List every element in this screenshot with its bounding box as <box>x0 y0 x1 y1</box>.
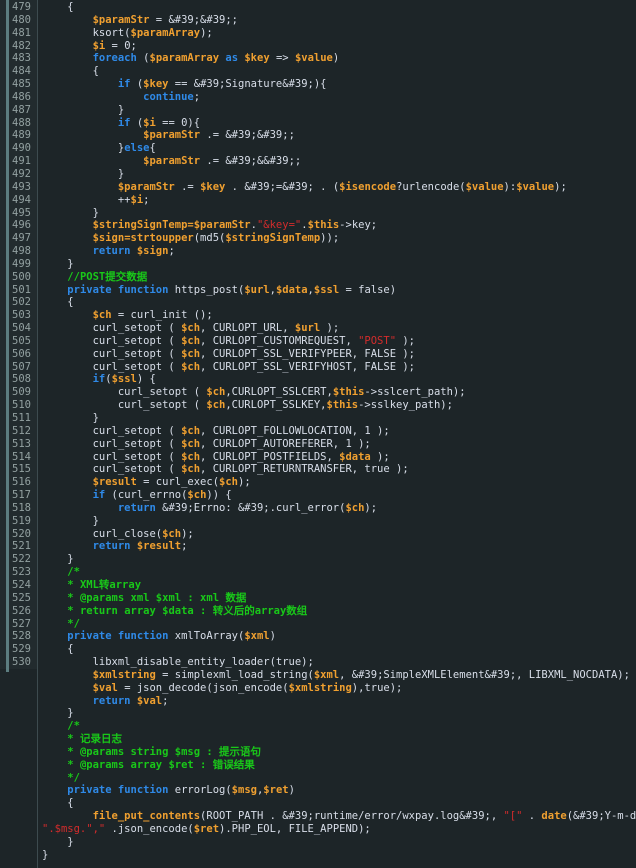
code-line[interactable]: } <box>42 849 636 862</box>
code-line[interactable]: { <box>42 1 636 14</box>
left-accent-bar <box>6 0 9 672</box>
code-line[interactable]: foreach ($paramArray as $key => $value) <box>42 52 636 65</box>
code-line[interactable]: $i = 0; <box>42 40 636 53</box>
code-line[interactable]: $paramStr .= $key . &#39;=&#39; . ($isen… <box>42 181 636 194</box>
code-line[interactable]: ".$msg."," .json_encode($ret).PHP_EOL, F… <box>42 823 636 836</box>
code-line[interactable]: } <box>42 168 636 181</box>
code-line[interactable]: return $val; <box>42 695 636 708</box>
code-line[interactable]: $xmlstring = simplexml_load_string($xml,… <box>42 669 636 682</box>
code-line[interactable]: curl_setopt ( $ch,CURLOPT_SSLCERT,$this-… <box>42 386 636 399</box>
code-line[interactable]: file_put_contents(ROOT_PATH . &#39;runti… <box>42 810 636 823</box>
code-line[interactable]: private function https_post($url,$data,$… <box>42 284 636 297</box>
code-line[interactable]: $paramStr .= &#39;&#39;; <box>42 129 636 142</box>
code-line[interactable]: curl_setopt ( $ch,CURLOPT_SSLKEY,$this->… <box>42 399 636 412</box>
code-line[interactable]: { <box>42 296 636 309</box>
code-line[interactable]: if($ssl) { <box>42 373 636 386</box>
code-line[interactable]: { <box>42 643 636 656</box>
code-line[interactable]: $ch = curl_init (); <box>42 309 636 322</box>
code-line[interactable]: { <box>42 797 636 810</box>
code-line[interactable]: } <box>42 553 636 566</box>
code-line[interactable]: if ($key == &#39;Signature&#39;){ <box>42 78 636 91</box>
code-line[interactable]: */ <box>42 618 636 631</box>
code-line[interactable]: { <box>42 65 636 78</box>
code-line[interactable]: return $result; <box>42 540 636 553</box>
code-line[interactable]: curl_setopt ( $ch, CURLOPT_RETURNTRANSFE… <box>42 463 636 476</box>
code-line[interactable]: * return array $data : 转义后的array数组 <box>42 605 636 618</box>
code-line[interactable]: * @params string $msg : 提示语句 <box>42 746 636 759</box>
code-line[interactable]: } <box>42 258 636 271</box>
code-line[interactable]: ksort($paramArray); <box>42 27 636 40</box>
code-line[interactable]: */ <box>42 772 636 785</box>
code-line[interactable]: /* <box>42 566 636 579</box>
code-line[interactable]: //POST提交数据 <box>42 271 636 284</box>
code-line[interactable]: curl_setopt ( $ch, CURLOPT_URL, $url ); <box>42 322 636 335</box>
code-line[interactable]: $result = curl_exec($ch); <box>42 476 636 489</box>
code-line[interactable]: curl_setopt ( $ch, CURLOPT_SSL_VERIFYPEE… <box>42 348 636 361</box>
code-line[interactable]: if (curl_errno($ch)) { <box>42 489 636 502</box>
code-content[interactable]: { $paramStr = &#39;&#39;; ksort($paramAr… <box>38 0 636 862</box>
code-line[interactable]: continue; <box>42 91 636 104</box>
code-line[interactable]: } <box>42 104 636 117</box>
code-line[interactable]: curl_setopt ( $ch, CURLOPT_CUSTOMREQUEST… <box>42 335 636 348</box>
code-line-list: { $paramStr = &#39;&#39;; ksort($paramAr… <box>42 1 636 862</box>
code-line[interactable]: $stringSignTemp=$paramStr."&key=".$this-… <box>42 219 636 232</box>
code-line[interactable]: } <box>42 836 636 849</box>
code-line[interactable]: return &#39;Errno: &#39;.curl_error($ch)… <box>42 502 636 515</box>
code-line[interactable]: curl_setopt ( $ch, CURLOPT_AUTOREFERER, … <box>42 438 636 451</box>
code-line[interactable]: ++$i; <box>42 194 636 207</box>
code-line[interactable]: /* <box>42 720 636 733</box>
code-line[interactable]: curl_setopt ( $ch, CURLOPT_POSTFIELDS, $… <box>42 451 636 464</box>
gutter-divider <box>37 0 38 868</box>
code-line[interactable]: * XML转array <box>42 579 636 592</box>
code-line[interactable]: private function errorLog($msg,$ret) <box>42 784 636 797</box>
code-line[interactable]: * @params array $ret : 错误结果 <box>42 759 636 772</box>
code-line[interactable]: $paramStr = &#39;&#39;; <box>42 14 636 27</box>
code-line[interactable]: }else{ <box>42 142 636 155</box>
code-line[interactable]: curl_setopt ( $ch, CURLOPT_FOLLOWLOCATIO… <box>42 425 636 438</box>
code-line[interactable]: if ($i == 0){ <box>42 117 636 130</box>
code-line[interactable]: libxml_disable_entity_loader(true); <box>42 656 636 669</box>
code-line[interactable]: return $sign; <box>42 245 636 258</box>
code-line[interactable]: * 记录日志 <box>42 733 636 746</box>
code-line[interactable]: * @params xml $xml : xml 数据 <box>42 592 636 605</box>
code-line[interactable]: $val = json_decode(json_encode($xmlstrin… <box>42 682 636 695</box>
code-line[interactable]: } <box>42 515 636 528</box>
code-line[interactable]: } <box>42 412 636 425</box>
code-line[interactable]: curl_setopt ( $ch, CURLOPT_SSL_VERIFYHOS… <box>42 361 636 374</box>
code-line[interactable]: curl_close($ch); <box>42 528 636 541</box>
code-line[interactable]: } <box>42 207 636 220</box>
code-line[interactable]: $sign=strtoupper(md5($stringSignTemp)); <box>42 232 636 245</box>
code-line[interactable]: $paramStr .= &#39;&&#39;; <box>42 155 636 168</box>
code-line[interactable]: } <box>42 707 636 720</box>
code-editor[interactable]: 479 480 481 482 483 484 485 486 487 488 489 490 491 4… <box>0 0 636 868</box>
code-line[interactable]: private function xmlToArray($xml) <box>42 630 636 643</box>
